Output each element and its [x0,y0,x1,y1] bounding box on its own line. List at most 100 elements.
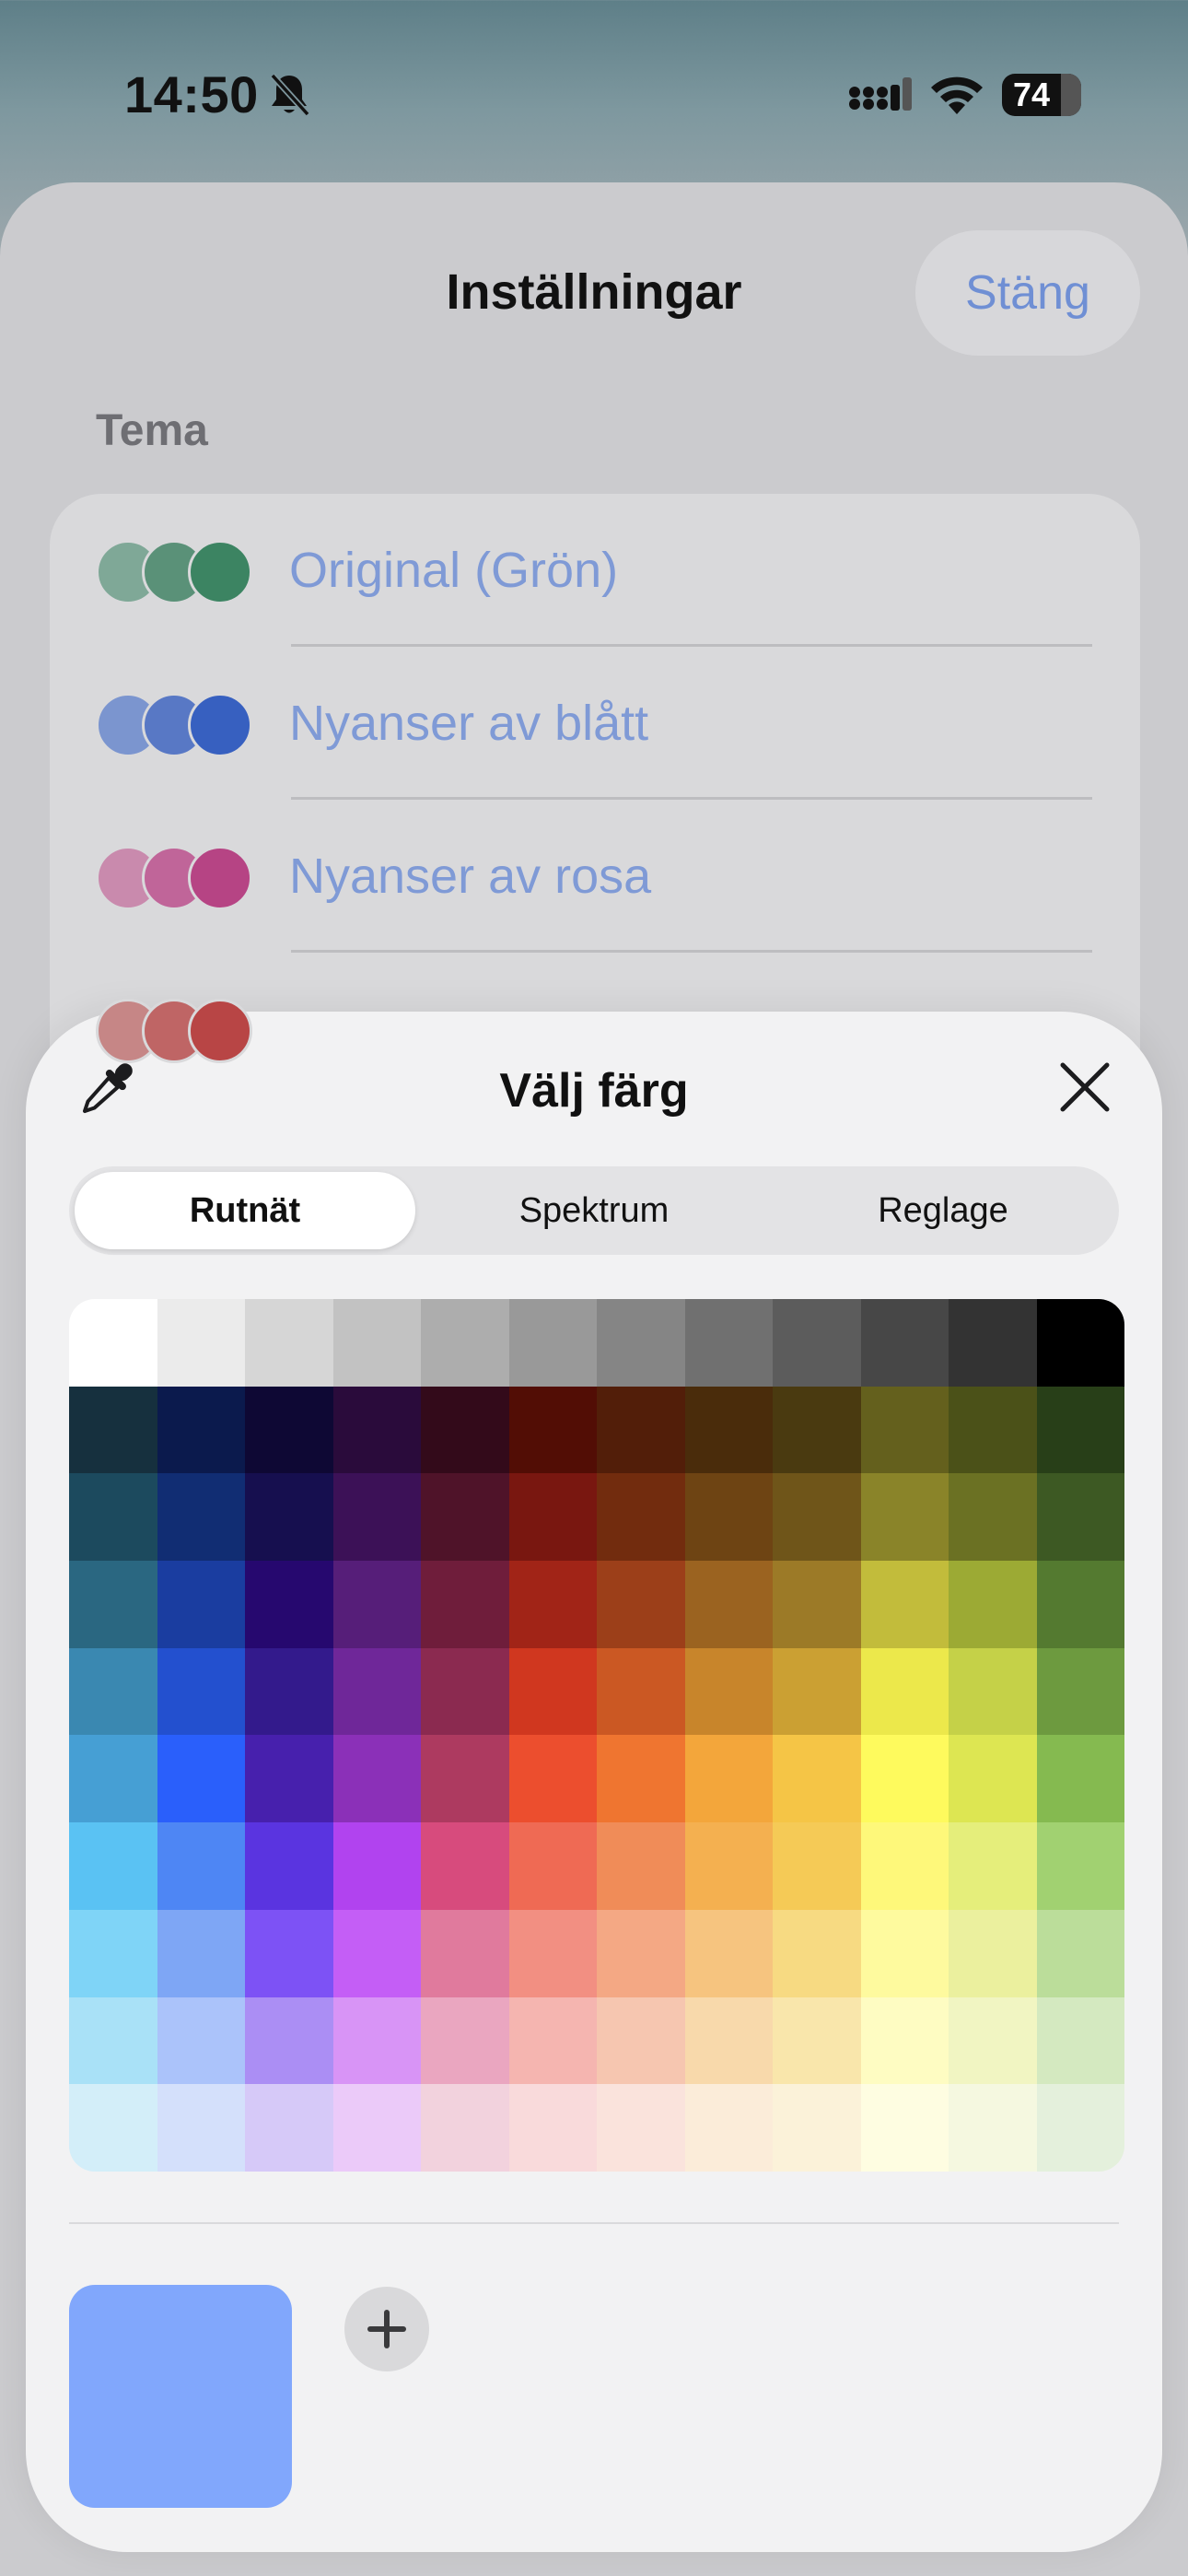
color-cell[interactable] [684,1473,773,1562]
color-cell[interactable] [508,1996,597,2085]
color-cell[interactable] [69,1647,157,1736]
color-cell[interactable] [332,2084,421,2172]
color-cell[interactable] [597,1473,685,1562]
color-cell[interactable] [773,1386,861,1474]
color-cell[interactable] [332,1473,421,1562]
color-cell[interactable] [421,2084,509,2172]
color-cell[interactable] [332,1996,421,2085]
color-cell[interactable] [1036,1822,1124,1910]
color-cell[interactable] [1036,1561,1124,1648]
color-cell[interactable] [773,1647,861,1736]
color-cell[interactable] [508,1735,597,1823]
color-cell[interactable] [773,1996,861,2085]
color-cell[interactable] [245,2084,333,2172]
color-cell[interactable] [332,1561,421,1648]
color-cell[interactable] [157,1909,245,1997]
color-cell[interactable] [245,1561,333,1648]
color-cell[interactable] [421,1473,509,1562]
color-cell[interactable] [421,1822,509,1910]
color-cell[interactable] [773,1909,861,1997]
color-cell[interactable] [860,1822,949,1910]
color-cell[interactable] [860,1735,949,1823]
color-cell[interactable] [597,1386,685,1474]
color-cell[interactable] [773,1561,861,1648]
color-cell[interactable] [597,1299,685,1387]
tab-grid[interactable]: Rutnät [75,1172,415,1249]
color-cell[interactable] [245,1996,333,2085]
close-button[interactable]: Stäng [915,230,1140,356]
color-cell[interactable] [157,1735,245,1823]
color-cell[interactable] [860,1561,949,1648]
color-cell[interactable] [1036,1473,1124,1562]
color-cell[interactable] [1036,2084,1124,2172]
color-cell[interactable] [773,1299,861,1387]
color-cell[interactable] [157,2084,245,2172]
theme-row-blue[interactable]: Nyanser av blått [50,647,1140,800]
color-cell[interactable] [684,1386,773,1474]
color-cell[interactable] [69,1909,157,1997]
color-cell[interactable] [773,1822,861,1910]
color-cell[interactable] [860,1909,949,1997]
color-cell[interactable] [1036,1735,1124,1823]
color-cell[interactable] [245,1299,333,1387]
color-cell[interactable] [69,1735,157,1823]
color-cell[interactable] [332,1735,421,1823]
color-cell[interactable] [773,1735,861,1823]
color-cell[interactable] [421,1909,509,1997]
color-cell[interactable] [157,1386,245,1474]
color-cell[interactable] [421,1996,509,2085]
color-cell[interactable] [684,1735,773,1823]
color-cell[interactable] [949,1996,1037,2085]
color-cell[interactable] [421,1647,509,1736]
color-cell[interactable] [773,1473,861,1562]
color-cell[interactable] [949,1909,1037,1997]
color-cell[interactable] [157,1647,245,1736]
theme-row-pink[interactable]: Nyanser av rosa [50,800,1140,953]
color-cell[interactable] [421,1561,509,1648]
color-cell[interactable] [684,1822,773,1910]
color-cell[interactable] [508,1473,597,1562]
color-cell[interactable] [597,1822,685,1910]
color-cell[interactable] [421,1735,509,1823]
color-cell[interactable] [949,1822,1037,1910]
close-icon[interactable] [1055,1058,1114,1117]
color-cell[interactable] [157,1299,245,1387]
color-cell[interactable] [421,1386,509,1474]
color-cell[interactable] [69,1386,157,1474]
color-cell[interactable] [421,1299,509,1387]
color-cell[interactable] [157,1561,245,1648]
color-cell[interactable] [332,1386,421,1474]
color-cell[interactable] [508,1386,597,1474]
color-cell[interactable] [157,1473,245,1562]
theme-row-original[interactable]: Original (Grön) [50,494,1140,647]
color-cell[interactable] [860,1299,949,1387]
color-cell[interactable] [1036,1299,1124,1387]
color-cell[interactable] [684,2084,773,2172]
color-cell[interactable] [1036,1996,1124,2085]
color-cell[interactable] [245,1735,333,1823]
color-cell[interactable] [245,1386,333,1474]
color-cell[interactable] [69,2084,157,2172]
color-cell[interactable] [860,1996,949,2085]
color-cell[interactable] [684,1996,773,2085]
color-cell[interactable] [1036,1909,1124,1997]
color-cell[interactable] [508,1822,597,1910]
color-cell[interactable] [860,1386,949,1474]
color-cell[interactable] [508,1909,597,1997]
color-cell[interactable] [597,1996,685,2085]
color-cell[interactable] [860,2084,949,2172]
color-cell[interactable] [684,1561,773,1648]
color-cell[interactable] [508,1647,597,1736]
color-cell[interactable] [69,1473,157,1562]
color-cell[interactable] [245,1909,333,1997]
color-cell[interactable] [949,1735,1037,1823]
color-cell[interactable] [597,2084,685,2172]
color-cell[interactable] [69,1822,157,1910]
tab-spectrum[interactable]: Spektrum [424,1172,764,1249]
color-cell[interactable] [69,1561,157,1648]
color-cell[interactable] [332,1909,421,1997]
color-cell[interactable] [684,1299,773,1387]
color-cell[interactable] [69,1299,157,1387]
color-cell[interactable] [949,1386,1037,1474]
color-cell[interactable] [245,1822,333,1910]
